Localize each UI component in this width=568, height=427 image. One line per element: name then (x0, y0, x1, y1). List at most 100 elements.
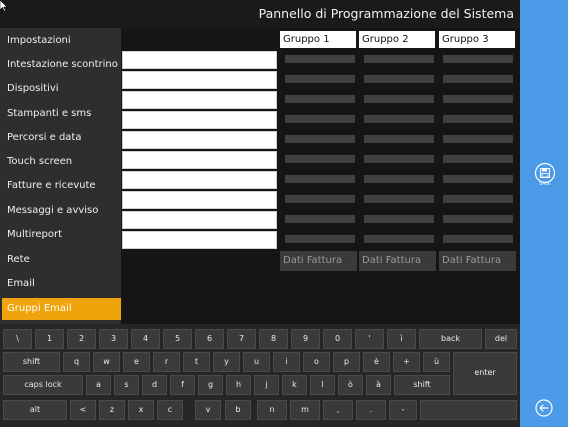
key-i-grave[interactable]: ì (387, 329, 416, 349)
group-3-checkbox[interactable] (443, 95, 513, 103)
key-h[interactable]: h (226, 375, 251, 395)
group-2-checkbox[interactable] (364, 95, 434, 103)
sidebar-item-dispositivi[interactable]: Dispositivi (2, 78, 121, 100)
key-alt[interactable]: alt (3, 400, 67, 420)
group-name-input[interactable] (122, 51, 277, 69)
group-3-checkbox[interactable] (443, 215, 513, 223)
group-3-checkbox[interactable] (443, 175, 513, 183)
key-less-than[interactable]: < (70, 400, 96, 420)
sidebar-item-messaggi-e-avviso[interactable]: Messaggi e avviso (2, 200, 121, 222)
group-1-checkbox[interactable] (285, 135, 355, 143)
key-a-grave[interactable]: à (366, 375, 391, 395)
sidebar-item-impostazioni[interactable]: Impostazioni (2, 30, 121, 52)
group-2-checkbox[interactable] (364, 235, 434, 243)
group-2-checkbox[interactable] (364, 155, 434, 163)
group-2-checkbox[interactable] (364, 55, 434, 63)
group-3-checkbox[interactable] (443, 155, 513, 163)
group-1-checkbox[interactable] (285, 95, 355, 103)
back-arrow-circle-icon[interactable] (535, 399, 553, 417)
key-shift-left[interactable]: shift (3, 352, 60, 372)
group-2-checkbox[interactable] (364, 115, 434, 123)
group-name-input[interactable] (122, 211, 277, 229)
group-2-checkbox[interactable] (364, 75, 434, 83)
key-u[interactable]: u (243, 352, 270, 372)
sidebar-item-email[interactable]: Email (2, 273, 121, 295)
key-shift-right[interactable]: shift (394, 375, 450, 395)
key-7[interactable]: 7 (227, 329, 256, 349)
group-1-checkbox[interactable] (285, 235, 355, 243)
group-2-checkbox[interactable] (364, 195, 434, 203)
key-1[interactable]: 1 (35, 329, 64, 349)
key-backslash[interactable]: \ (3, 329, 32, 349)
group-name-input[interactable] (122, 231, 277, 249)
group-3-checkbox[interactable] (443, 135, 513, 143)
group-2-checkbox[interactable] (364, 135, 434, 143)
key-y[interactable]: y (213, 352, 240, 372)
key-w[interactable]: w (93, 352, 120, 372)
group-2-checkbox[interactable] (364, 175, 434, 183)
sidebar-item-intestazione-scontrino[interactable]: Intestazione scontrino (2, 54, 121, 76)
group-name-input[interactable] (122, 131, 277, 149)
key-apostrophe[interactable]: ' (355, 329, 384, 349)
key-m[interactable]: m (290, 400, 320, 420)
group-1-checkbox[interactable] (285, 195, 355, 203)
key-2[interactable]: 2 (67, 329, 96, 349)
group-1-checkbox[interactable] (285, 155, 355, 163)
sidebar-item-fatture-e-ricevute[interactable]: Fatture e ricevute (2, 175, 121, 197)
key-o[interactable]: o (303, 352, 330, 372)
sidebar-item-percorsi-e-data[interactable]: Percorsi e data (2, 127, 121, 149)
key-caps-lock[interactable]: caps lock (3, 375, 83, 395)
group-name-input[interactable] (122, 171, 277, 189)
group-name-input[interactable] (122, 151, 277, 169)
key-k[interactable]: k (282, 375, 307, 395)
key-t[interactable]: t (183, 352, 210, 372)
group-1-checkbox[interactable] (285, 215, 355, 223)
group-3-checkbox[interactable] (443, 75, 513, 83)
key-5[interactable]: 5 (163, 329, 192, 349)
key-back[interactable]: back (419, 329, 482, 349)
key-comma[interactable]: , (323, 400, 353, 420)
key-p[interactable]: p (333, 352, 360, 372)
key-u-grave[interactable]: ù (423, 352, 450, 372)
key-0[interactable]: 0 (323, 329, 352, 349)
group-3-checkbox[interactable] (443, 235, 513, 243)
key-r[interactable]: r (153, 352, 180, 372)
key-period[interactable]: . (356, 400, 386, 420)
key-n[interactable]: n (257, 400, 287, 420)
key-a[interactable]: a (86, 375, 111, 395)
group-1-checkbox[interactable] (285, 55, 355, 63)
group-1-checkbox[interactable] (285, 115, 355, 123)
dati-fattura-button-3[interactable]: Dati Fattura (439, 251, 516, 271)
group-3-checkbox[interactable] (443, 55, 513, 63)
key-x[interactable]: x (128, 400, 154, 420)
group-2-checkbox[interactable] (364, 215, 434, 223)
dati-fattura-button-2[interactable]: Dati Fattura (359, 251, 436, 271)
key-i[interactable]: i (273, 352, 300, 372)
key-l[interactable]: l (310, 375, 335, 395)
dati-fattura-button-1[interactable]: Dati Fattura (280, 251, 357, 271)
key-o-grave[interactable]: ò (338, 375, 363, 395)
key-z[interactable]: z (99, 400, 125, 420)
key-minus[interactable]: - (389, 400, 417, 420)
group-name-input[interactable] (122, 71, 277, 89)
key-c[interactable]: c (157, 400, 183, 420)
group-1-checkbox[interactable] (285, 175, 355, 183)
sidebar-item-touch-screen[interactable]: Touch screen (2, 151, 121, 173)
key-plus[interactable]: + (393, 352, 420, 372)
key-g[interactable]: g (198, 375, 223, 395)
sidebar-item-rete[interactable]: Rete (2, 249, 121, 271)
sidebar-item-gruppi-email[interactable]: Gruppi Email (2, 298, 121, 320)
key-space[interactable] (420, 400, 517, 420)
sidebar-item-multireport[interactable]: Multireport (2, 224, 121, 246)
key-v[interactable]: v (195, 400, 221, 420)
group-1-checkbox[interactable] (285, 75, 355, 83)
key-9[interactable]: 9 (291, 329, 320, 349)
group-name-input[interactable] (122, 91, 277, 109)
key-e-grave[interactable]: è (363, 352, 390, 372)
group-3-checkbox[interactable] (443, 115, 513, 123)
key-3[interactable]: 3 (99, 329, 128, 349)
key-6[interactable]: 6 (195, 329, 224, 349)
key-4[interactable]: 4 (131, 329, 160, 349)
key-e[interactable]: e (123, 352, 150, 372)
key-enter[interactable]: enter (453, 352, 517, 395)
